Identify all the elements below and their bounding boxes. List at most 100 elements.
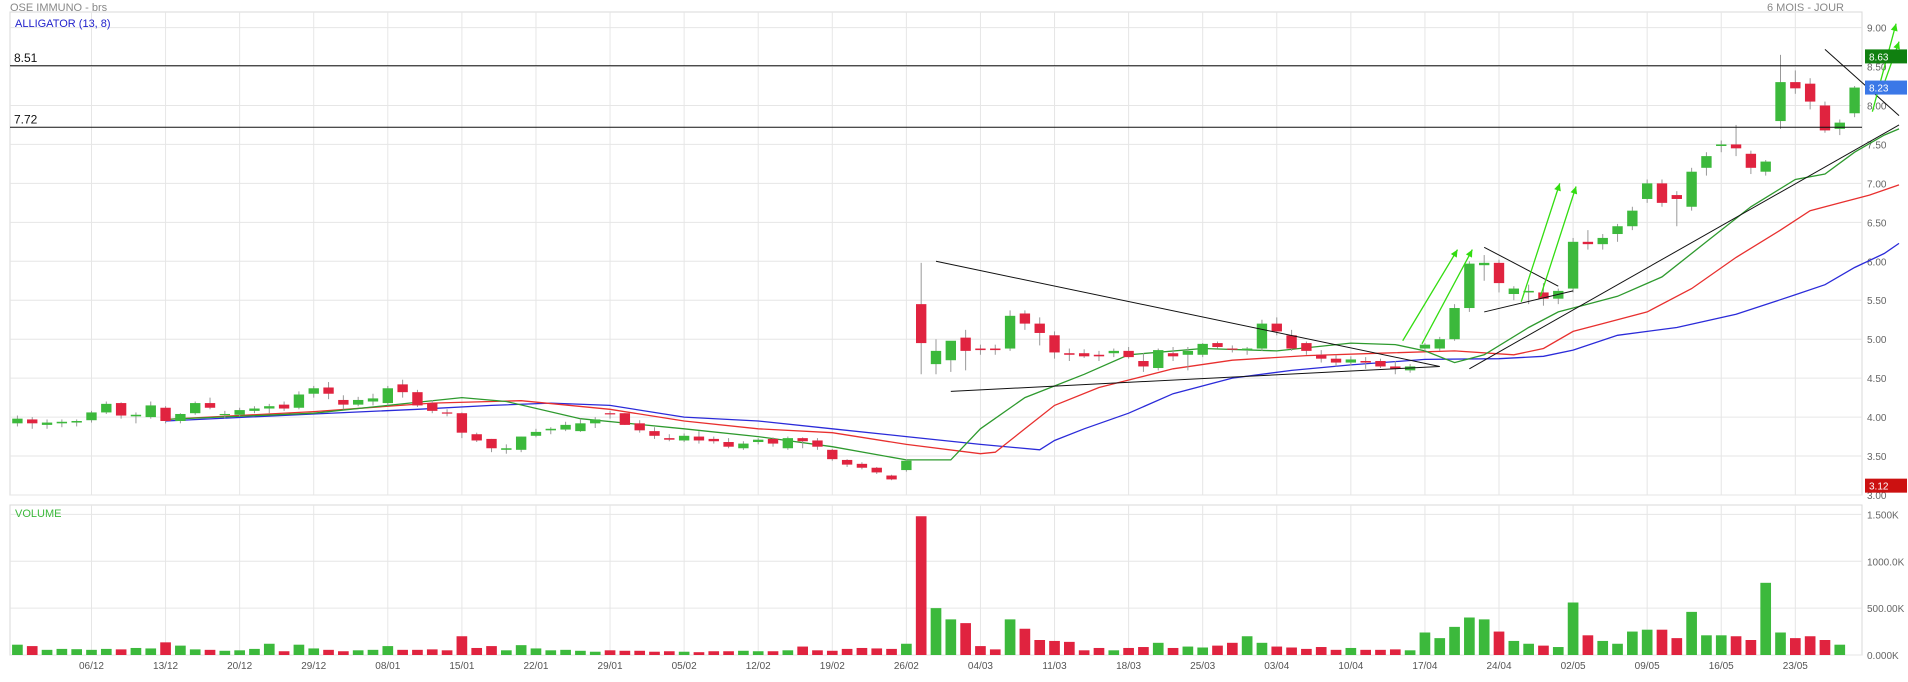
volume-bar xyxy=(619,650,631,655)
volume-bar xyxy=(1375,649,1386,655)
candle-body xyxy=(945,340,957,361)
volume-bar xyxy=(1123,647,1134,655)
volume-bar xyxy=(1078,650,1090,655)
volume-bar xyxy=(1612,643,1623,655)
date-tick-label: 06/12 xyxy=(79,661,104,672)
date-tick-label: 23/05 xyxy=(1783,661,1808,672)
candle-body xyxy=(190,403,201,414)
candle-body xyxy=(323,387,334,394)
candle-body xyxy=(219,413,231,416)
date-tick-label: 09/05 xyxy=(1635,661,1660,672)
volume-bar xyxy=(382,646,394,655)
volume-bar xyxy=(130,647,142,655)
candle-body xyxy=(678,435,690,441)
volume-bar xyxy=(1775,632,1786,655)
candle-body xyxy=(234,410,245,415)
candle-body xyxy=(1345,359,1357,363)
volume-bar xyxy=(397,649,408,655)
volume-bar xyxy=(989,649,1001,655)
volume-bar xyxy=(1730,636,1742,655)
volume-bar xyxy=(1345,647,1357,655)
volume-bar xyxy=(1538,645,1549,655)
candle-body xyxy=(145,405,156,418)
candle-body xyxy=(249,408,260,411)
candle-body xyxy=(412,392,423,406)
candle-body xyxy=(634,423,645,431)
volume-bar xyxy=(1478,619,1490,655)
volume-bar xyxy=(723,651,734,655)
volume-bar xyxy=(634,650,646,655)
volume-bar xyxy=(930,608,942,655)
price-tick-label: 5.50 xyxy=(1867,296,1887,307)
volume-bar xyxy=(1804,636,1816,655)
volume-bar xyxy=(901,643,912,655)
date-tick-label: 25/03 xyxy=(1190,661,1215,672)
candle-body xyxy=(41,422,53,425)
candle-body xyxy=(530,431,542,436)
volume-bar xyxy=(1464,617,1475,655)
candle-body xyxy=(990,348,1001,351)
candle-body xyxy=(560,424,571,430)
volume-bar xyxy=(145,648,157,655)
candle-body xyxy=(930,350,942,365)
volume-bar xyxy=(26,646,38,655)
volume-bar xyxy=(1360,649,1371,655)
date-tick-label: 18/03 xyxy=(1116,661,1141,672)
volume-bar xyxy=(486,646,497,655)
volume-bar xyxy=(86,649,97,655)
projection-arrow-head xyxy=(1893,41,1900,50)
volume-bar xyxy=(234,650,245,655)
date-tick-label: 29/12 xyxy=(301,661,326,672)
volume-bar xyxy=(767,651,779,655)
volume-bar xyxy=(1315,647,1327,655)
volume-bar xyxy=(71,649,83,655)
volume-tick-label: 500.00K xyxy=(1867,604,1905,615)
period-label[interactable]: 6 MOIS - JOUR xyxy=(1767,2,1844,14)
date-tick-label: 17/04 xyxy=(1412,661,1437,672)
price-volume-chart[interactable]: 3.003.504.004.505.005.506.006.507.007.50… xyxy=(0,0,1908,677)
volume-bar xyxy=(915,516,927,655)
volume-bar xyxy=(1064,641,1075,655)
candle-body xyxy=(753,439,764,443)
volume-bar xyxy=(501,650,512,655)
volume-bar xyxy=(471,647,483,655)
volume-bar xyxy=(1404,650,1416,655)
price-badge-label: 3.12 xyxy=(1869,482,1889,493)
candle-body xyxy=(1849,87,1860,114)
volume-bar xyxy=(960,623,971,655)
candle-body xyxy=(1316,354,1327,359)
volume-bar xyxy=(826,650,838,655)
candle-body xyxy=(1760,161,1771,172)
date-tick-label: 16/05 xyxy=(1709,661,1734,672)
price-tick-label: 4.50 xyxy=(1867,374,1887,385)
volume-bar xyxy=(1212,645,1223,655)
candle-body xyxy=(27,419,38,424)
volume-bar xyxy=(1019,628,1031,655)
volume-bar xyxy=(841,648,853,655)
candle-body xyxy=(856,463,868,468)
candle-body xyxy=(1004,315,1016,349)
level-label: 8.51 xyxy=(14,51,38,65)
candle-body xyxy=(975,348,986,351)
candle-body xyxy=(501,448,512,450)
chart-stage: 3.00 3.50 4.00 4.50 5.00 5.50 6.00 6.50 7.00 7.50… xyxy=(0,0,1908,677)
candle-body xyxy=(1804,83,1816,102)
candle-body xyxy=(1271,323,1282,332)
candle-body xyxy=(1701,156,1712,168)
alligator-jaw-line xyxy=(165,242,1900,451)
candle-body xyxy=(115,403,127,416)
date-tick-label: 22/01 xyxy=(523,661,548,672)
candle-body xyxy=(1627,210,1638,227)
volume-bar xyxy=(738,650,749,655)
volume-bar xyxy=(1389,649,1401,655)
price-tick-label: 6.50 xyxy=(1867,218,1887,229)
candle-body xyxy=(1182,350,1194,355)
date-tick-label: 19/02 xyxy=(820,661,845,672)
candle-body xyxy=(264,406,275,409)
candle-body xyxy=(1212,343,1223,347)
volume-bar xyxy=(308,648,320,655)
indicator-label: ALLIGATOR (13, 8) xyxy=(15,18,111,30)
candle-body xyxy=(590,419,601,424)
volume-bar xyxy=(1656,629,1668,655)
volume-bar xyxy=(293,644,305,655)
